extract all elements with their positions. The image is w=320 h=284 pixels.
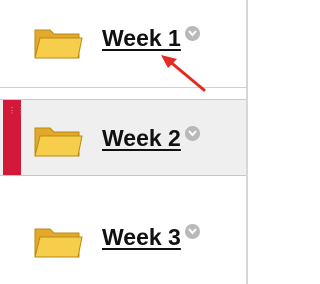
- item-title-link[interactable]: Week 2: [102, 125, 181, 152]
- folder-icon: [34, 127, 83, 157]
- list-item: ⋮⋮ Week 2: [0, 99, 246, 176]
- item-title-link[interactable]: Week 3: [102, 224, 181, 251]
- folder-icon: [34, 228, 83, 258]
- divider: [246, 0, 248, 284]
- content-list: Week 1 ⋮⋮ Week 2 Week 3: [0, 0, 248, 284]
- folder-icon: [34, 29, 83, 59]
- chevron-down-icon[interactable]: [185, 126, 200, 141]
- chevron-down-icon[interactable]: [185, 224, 200, 239]
- drag-handle[interactable]: ⋮⋮: [3, 100, 26, 175]
- list-item: Week 3: [0, 198, 246, 284]
- list-item: Week 1: [0, 0, 246, 88]
- chevron-down-icon[interactable]: [185, 26, 200, 41]
- grip-icon: ⋮⋮: [8, 106, 26, 115]
- item-title-link[interactable]: Week 1: [102, 25, 181, 52]
- annotation-arrow-icon: [161, 55, 206, 92]
